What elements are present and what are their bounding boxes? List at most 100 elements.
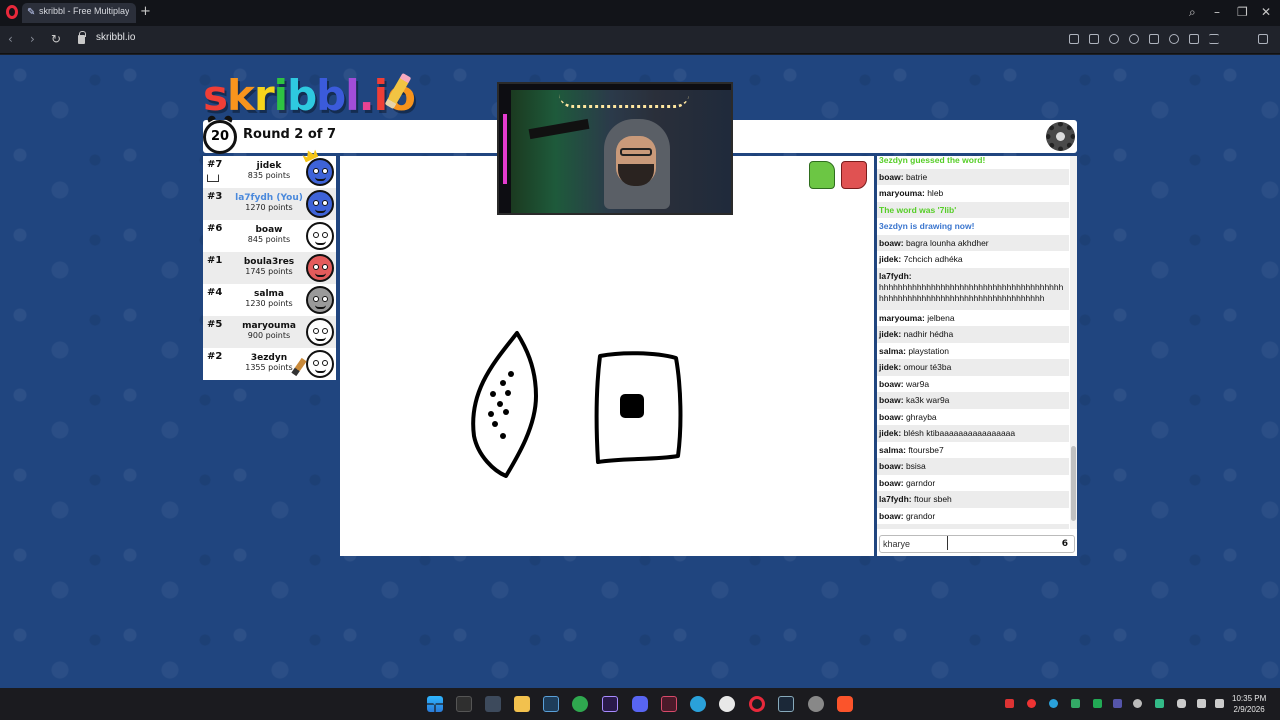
editor-icon[interactable] [543, 696, 559, 712]
tray-app2-icon[interactable] [1113, 699, 1122, 708]
premiere-icon[interactable] [602, 696, 618, 712]
thumbs-down-icon[interactable] [841, 161, 867, 189]
tray-app-icon[interactable] [1027, 699, 1036, 708]
discord-icon[interactable] [632, 696, 648, 712]
shield-icon[interactable] [1109, 34, 1119, 44]
telegram-icon[interactable] [690, 696, 706, 712]
chat-text: jelbena [927, 312, 955, 323]
chat-message: boaw: batrie [877, 168, 1069, 185]
player-rank: #2 [207, 351, 223, 362]
camera-icon[interactable] [1089, 34, 1099, 44]
back-icon[interactable]: ‹ [8, 32, 13, 46]
chat-author: jidek: [879, 527, 901, 529]
close-window-icon[interactable]: ✕ [1261, 4, 1271, 20]
thumbs-up-icon[interactable] [809, 161, 835, 189]
guess-char-count: 6 [1061, 539, 1068, 549]
player-row[interactable]: #3 la7fydh (You) 1270 points [203, 188, 336, 220]
vpn-icon[interactable] [1129, 34, 1139, 44]
sidebar-icon[interactable] [1258, 34, 1268, 44]
chat-text: ftoursbe7 [908, 444, 944, 455]
player-row[interactable]: #4 salma 1230 points [203, 284, 336, 316]
reload-icon[interactable]: ↻ [51, 32, 61, 46]
steam-icon[interactable] [778, 696, 794, 712]
app-circle-icon[interactable] [808, 696, 824, 712]
tray-volume-icon[interactable] [1215, 699, 1224, 708]
tray-record-icon[interactable] [1005, 699, 1014, 708]
player-row[interactable]: #6 boaw 845 points [203, 220, 336, 252]
chat-message: boaw: bsisa [877, 458, 1069, 475]
maximize-icon[interactable]: ❐ [1237, 4, 1248, 20]
download-icon[interactable] [1189, 34, 1199, 44]
tray-settings-icon[interactable] [1133, 699, 1142, 708]
new-tab-icon[interactable]: + [140, 5, 151, 18]
player-row[interactable]: #5 maryouma 900 points [203, 316, 336, 348]
skribbl-page: skribbl.io 20 Round 2 of 7 #7 jidek835 po… [0, 55, 1280, 688]
url-field[interactable]: skribbl.io [96, 32, 135, 43]
xbox-icon[interactable] [572, 696, 588, 712]
chat-message: jidek: blésh ktibaaaaaaaaaaaaaaaa [877, 425, 1069, 442]
round-indicator: Round 2 of 7 [243, 127, 337, 142]
player-name: salma [254, 289, 284, 299]
lock-icon [78, 31, 86, 44]
chat-message: la7fydh: ftour sbeh [877, 491, 1069, 508]
opera-taskbar-icon[interactable] [749, 696, 765, 712]
app-red-icon[interactable] [661, 696, 677, 712]
player-rank: #6 [207, 223, 223, 234]
file-explorer-icon[interactable] [514, 696, 530, 712]
guess-input[interactable]: kharye 6 [879, 535, 1075, 553]
edit-icon[interactable] [1069, 34, 1079, 44]
chat-text: batrie [905, 171, 928, 182]
chat-author: boaw: [879, 510, 904, 521]
browser-titlebar: ✎ skribbl - Free Multiplayer + ⌕ – ❐ ✕ [0, 0, 1280, 26]
opera-logo-icon[interactable] [6, 5, 18, 19]
windows-start-icon[interactable] [427, 696, 443, 712]
brave-icon[interactable] [837, 696, 853, 712]
drawing-canvas[interactable] [340, 156, 874, 556]
player-row[interactable]: #1 boula3res 1745 points [203, 252, 336, 284]
chat-message: salma: ftoursbe7 [877, 442, 1069, 459]
player-row[interactable]: #2 3ezdyn 1355 points [203, 348, 336, 380]
address-bar: ‹ › ↻ skribbl.io [0, 26, 1280, 75]
tray-nvidia-icon[interactable] [1093, 699, 1102, 708]
chat-author: maryouma: [879, 312, 925, 323]
player-rank: #4 [207, 287, 223, 298]
guess-input-text: kharye [883, 539, 911, 549]
chat-scrollbar[interactable] [1070, 156, 1077, 529]
player-row[interactable]: #7 jidek 835 points [203, 156, 336, 188]
tray-shield-icon[interactable] [1155, 699, 1164, 708]
browser-tab[interactable]: ✎ skribbl - Free Multiplayer [22, 3, 136, 23]
search-tabs-icon[interactable]: ⌕ [1189, 4, 1196, 20]
tray-xbox-icon[interactable] [1071, 699, 1080, 708]
logo-letter: s [203, 71, 228, 120]
chat-text: ftour sbeh [913, 494, 952, 504]
chat-text: 7chcich adhéka [903, 254, 963, 264]
tray-network-icon[interactable] [1197, 699, 1206, 708]
player-points: 1230 points [245, 299, 293, 308]
vote-kick-crown-icon [207, 173, 219, 182]
menu-icon[interactable] [1209, 34, 1219, 44]
play-icon[interactable] [1149, 34, 1159, 44]
settings-gear-icon[interactable] [1046, 122, 1075, 151]
chat-message: maryouma: hleb [877, 185, 1069, 202]
chat-text: ka3k war9a [905, 395, 950, 405]
obs-icon[interactable] [719, 696, 735, 712]
logo-letter: b [316, 71, 346, 120]
player-avatar [306, 222, 334, 250]
taskbar-clock[interactable]: 10:35 PM 2/9/2026 [1232, 693, 1266, 715]
chat-message: jidek: nadhir hédha [877, 326, 1069, 343]
logo-letter: r [253, 71, 275, 120]
heart-icon[interactable] [1169, 34, 1179, 44]
minimize-icon[interactable]: – [1214, 4, 1220, 20]
chat-text: grandor [905, 510, 936, 521]
chat-author: salma: [879, 444, 906, 455]
logo-letter: b [287, 71, 317, 120]
chat-text: garndor [905, 477, 936, 488]
tray-mic-icon[interactable] [1177, 699, 1186, 708]
app-icon[interactable] [485, 696, 501, 712]
tray-telegram-icon[interactable] [1049, 699, 1058, 708]
forward-icon[interactable]: › [30, 32, 35, 46]
player-avatar [306, 318, 334, 346]
chat-panel: 3ezdyn guessed the word! boaw: batrie mary… [877, 156, 1077, 556]
chat-message: jidek: omour té3ba [877, 359, 1069, 376]
epic-games-icon[interactable] [456, 696, 472, 712]
